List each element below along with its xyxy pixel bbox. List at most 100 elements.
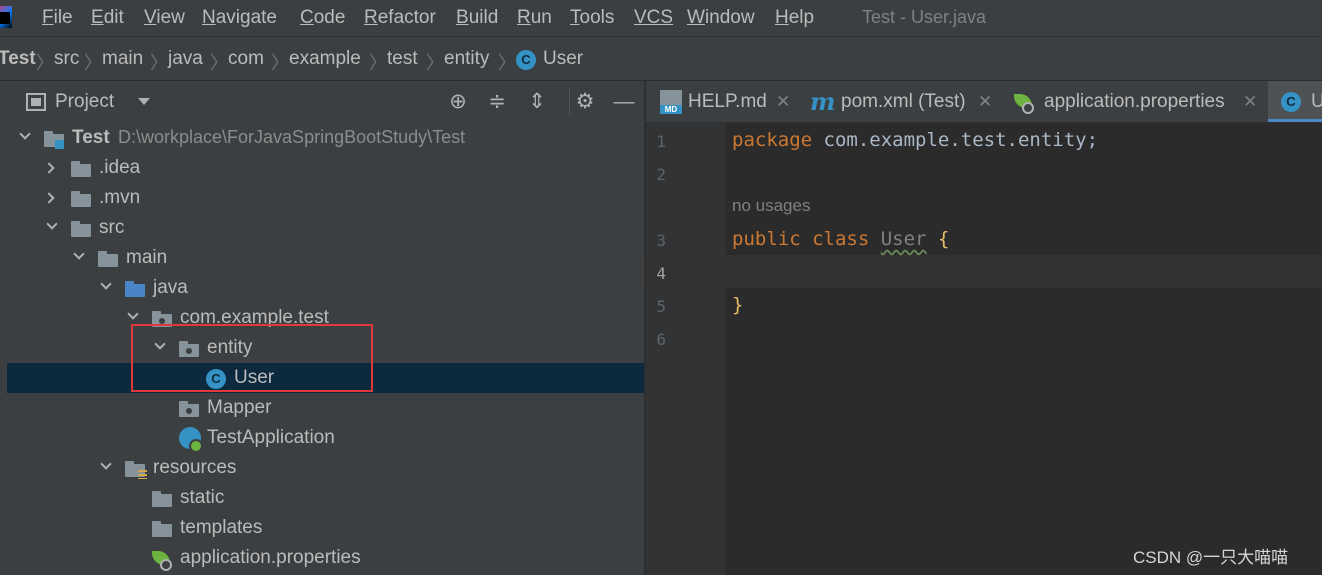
tree-node-label: .idea [99,157,141,178]
folder-icon [98,251,118,267]
chevron-right-icon: 〉 [210,53,228,73]
line-number: 5 [656,297,666,316]
tree-node-templates[interactable]: templates [7,513,644,543]
tab-application-properties[interactable]: application.properties ✕ [1002,81,1268,122]
tree-node-test-root[interactable]: Test D:\workplace\ForJavaSpringBootStudy… [7,123,644,153]
menu-view[interactable]: View [144,7,185,29]
tree-node-main[interactable]: main [7,243,644,273]
tool-window-strip [0,81,7,575]
menu-vcs[interactable]: VCS [634,7,673,29]
dropdown-caret-icon[interactable] [138,98,150,105]
menu-code[interactable]: Code [300,7,345,29]
tree-node-java[interactable]: java [7,273,644,303]
close-icon[interactable]: ✕ [1243,92,1257,112]
breadcrumb-item-src[interactable]: src [54,48,79,70]
tree-node-src[interactable]: src [7,213,644,243]
tab-pom-xml[interactable]: m pom.xml (Test) ✕ [798,81,1002,122]
locate-file-icon[interactable]: ⊕ [445,89,471,115]
class-icon: C [516,50,536,70]
breadcrumb-item-test-pkg[interactable]: test [387,48,418,70]
tree-node-label: application.properties [180,547,361,568]
tree-node-label: Test [72,127,110,148]
menu-file[interactable]: File [42,7,73,29]
usage-hint[interactable]: no usages [732,196,810,216]
breadcrumb-item-test[interactable]: Test [0,48,36,70]
line-number: 3 [656,231,666,250]
tree-node-resources[interactable]: resources [7,453,644,483]
line-number: 6 [656,330,666,349]
breadcrumb-item-user[interactable]: User [543,48,583,70]
tree-node-application-properties[interactable]: application.properties [7,543,644,573]
line-number: 1 [656,132,666,151]
tree-node-testapplication[interactable]: TestApplication [7,423,644,453]
code-line-close: } [732,294,744,316]
folder-icon [71,161,91,177]
code-line-package: package com.example.test.entity; [732,129,1099,151]
chevron-right-icon: 〉 [426,53,444,73]
tree-node-static[interactable]: static [7,483,644,513]
hide-panel-icon[interactable]: — [611,89,637,115]
collapse-all-icon[interactable]: ⇕ [524,89,550,115]
chevron-right-icon: 〉 [369,53,387,73]
resources-badge-icon [138,470,147,479]
breadcrumb-item-com[interactable]: com [228,48,264,70]
breadcrumb: Test 〉 src 〉 main 〉 java 〉 com 〉 example… [0,36,1322,81]
module-badge-icon [55,140,64,149]
package-dot [159,318,165,324]
tab-label: HELP.md [688,91,767,112]
package-dot [186,348,192,354]
spring-properties-icon [1014,92,1034,114]
tree-node-label: main [126,247,168,268]
intellij-logo-icon [0,6,12,28]
menu-run[interactable]: Run [517,7,552,29]
tab-help-md[interactable]: HELP.md ✕ [646,81,798,122]
watermark: CSDN @一只大喵喵 [1133,548,1289,567]
project-panel-title[interactable]: Project [55,91,114,113]
menu-edit[interactable]: Edit [91,7,124,29]
tab-label: User [1311,91,1322,112]
tree-node-mapper[interactable]: Mapper [7,393,644,423]
menu-navigate[interactable]: Navigate [202,7,277,29]
class-icon: C [1281,92,1301,112]
chevron-down-icon[interactable] [46,218,58,230]
folder-icon [152,491,172,507]
close-icon[interactable]: ✕ [776,92,790,112]
line-number: 2 [656,165,666,184]
menu-help[interactable]: Help [775,7,814,29]
menu-refactor[interactable]: Refactor [364,7,436,29]
editor-area: HELP.md ✕ m pom.xml (Test) ✕ application… [646,81,1322,575]
chevron-down-icon[interactable] [127,308,139,320]
close-icon[interactable]: ✕ [978,92,992,112]
project-view-icon [26,93,46,111]
chevron-down-icon[interactable] [100,278,112,290]
chevron-right-icon[interactable] [43,192,55,204]
gear-icon[interactable]: ⚙ [572,89,598,115]
tree-node-label: resources [153,457,237,478]
menu-tools[interactable]: Tools [570,7,614,29]
chevron-right-icon[interactable] [43,162,55,174]
breadcrumb-item-java[interactable]: java [168,48,203,70]
breadcrumb-item-main[interactable]: main [102,48,143,70]
chevron-down-icon[interactable] [19,128,31,140]
folder-icon [71,191,91,207]
package-dot [186,408,192,414]
chevron-right-icon: 〉 [271,53,289,73]
code-editor[interactable]: package com.example.test.entity; no usag… [726,123,1322,575]
spring-properties-icon [152,549,172,571]
chevron-right-icon: 〉 [498,53,516,73]
tree-node-label: templates [180,517,263,538]
maven-icon: m [810,87,836,116]
chevron-down-icon[interactable] [73,248,85,260]
spring-boot-class-icon [179,427,203,453]
menu-build[interactable]: Build [456,7,498,29]
menu-window[interactable]: Window [687,7,755,29]
tree-node-label: java [153,277,188,298]
breadcrumb-item-example[interactable]: example [289,48,361,70]
folder-icon [71,221,91,237]
tree-node-mvn[interactable]: .mvn [7,183,644,213]
tree-node-idea[interactable]: .idea [7,153,644,183]
expand-all-icon[interactable]: ≑ [484,89,510,115]
tab-user-java[interactable]: C User [1268,81,1322,122]
chevron-down-icon[interactable] [100,458,112,470]
breadcrumb-item-entity[interactable]: entity [444,48,489,70]
